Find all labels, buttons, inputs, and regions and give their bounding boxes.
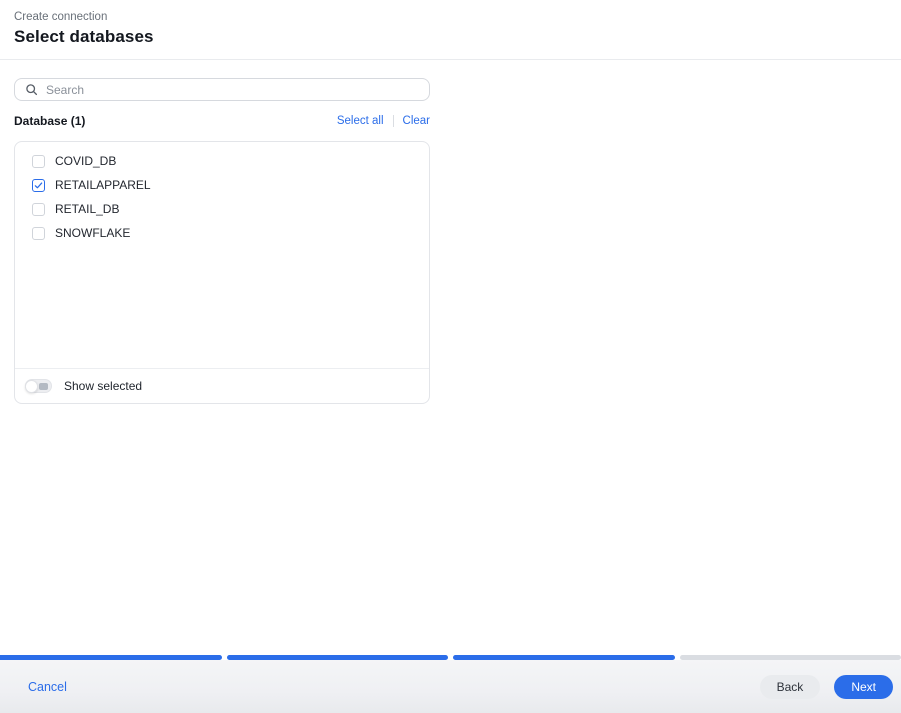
show-selected-label: Show selected [64, 379, 143, 393]
database-count-label: Database (1) [14, 114, 86, 128]
progress-step-completed [453, 655, 675, 660]
progress-step-completed [226, 655, 448, 660]
progress-step-remaining [679, 655, 901, 660]
footer: Cancel Back Next [0, 660, 901, 713]
next-button[interactable]: Next [834, 674, 893, 699]
database-name: COVID_DB [55, 154, 117, 168]
search-box[interactable] [14, 78, 430, 101]
select-all-link[interactable]: Select all [337, 115, 384, 127]
database-list-item[interactable]: SNOWFLAKE [15, 221, 429, 245]
toggle-off-indicator [39, 383, 48, 390]
create-connection-page: Create connection Select databases Datab… [0, 0, 901, 713]
show-selected-toggle[interactable] [25, 379, 52, 393]
search-icon [26, 84, 38, 96]
bottom-bar: Cancel Back Next [0, 655, 901, 713]
checkbox-checked[interactable] [32, 178, 45, 192]
page-title: Select databases [14, 27, 154, 46]
checkbox-unchecked[interactable] [32, 226, 45, 240]
links-divider [392, 115, 394, 127]
toggle-knob [25, 379, 38, 393]
database-name: RETAILAPPAREL [55, 178, 151, 192]
database-list-item[interactable]: RETAIL_DB [15, 197, 429, 221]
database-list-item[interactable]: RETAILAPPAREL [15, 173, 429, 197]
database-list: COVID_DB RETAILAPPAREL RETAIL_DB SNOWFLAKE [15, 142, 429, 368]
search-input[interactable] [46, 82, 419, 97]
clear-link[interactable]: Clear [403, 115, 430, 127]
main-content: Database (1) Select all Clear COVID_DB RE… [0, 60, 901, 404]
checkbox-unchecked[interactable] [32, 154, 45, 168]
cancel-link[interactable]: Cancel [28, 680, 67, 694]
show-selected-row: Show selected [15, 368, 429, 403]
progress-step-completed [0, 655, 222, 660]
database-list-panel: COVID_DB RETAILAPPAREL RETAIL_DB SNOWFLAKE … [14, 141, 430, 404]
back-button[interactable]: Back [759, 674, 821, 699]
breadcrumb: Create connection [14, 11, 108, 23]
checkbox-unchecked[interactable] [32, 202, 45, 216]
database-name: SNOWFLAKE [55, 226, 131, 240]
list-header: Database (1) Select all Clear [14, 114, 430, 128]
page-header: Create connection Select databases [0, 0, 901, 60]
database-list-item[interactable]: COVID_DB [15, 149, 429, 173]
database-name: RETAIL_DB [55, 202, 120, 216]
